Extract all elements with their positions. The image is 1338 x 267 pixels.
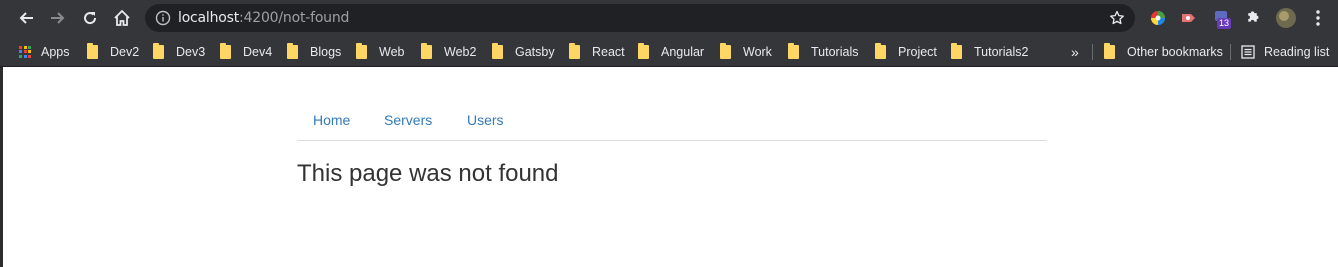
folder-icon [287, 42, 298, 59]
url-path: :4200/not-found [239, 10, 350, 26]
reading-list-icon [1241, 44, 1255, 59]
extension-badge: 13 [1217, 18, 1232, 29]
bookmark-folder[interactable]: Dev4 [220, 36, 272, 67]
reading-list-label: Reading list [1264, 44, 1330, 59]
app-nav-tabs: Home Servers Users [297, 100, 1047, 141]
nav-link-home[interactable]: Home [313, 112, 350, 128]
bookmark-label: Web2 [444, 44, 477, 59]
bookmark-folder[interactable]: Tutorials [788, 36, 858, 67]
bookmarks-overflow-button[interactable]: » [1071, 36, 1079, 67]
folder-icon [87, 42, 98, 59]
bookmarks-bar: Apps Dev2 Dev3 Dev4 Blogs Web Web2 Gatsb… [0, 36, 1338, 67]
forward-button[interactable] [46, 6, 70, 30]
url-host: localhost [178, 10, 240, 26]
back-arrow-icon [19, 12, 33, 24]
site-info-icon[interactable] [155, 10, 171, 26]
bookmark-label: Work [743, 44, 772, 59]
color-picker-extension-icon[interactable] [1148, 8, 1168, 28]
browser-toolbar: localhost:4200/not-found 13 [0, 0, 1338, 36]
profile-avatar[interactable] [1276, 8, 1296, 28]
bookmark-label: Apps [41, 44, 70, 59]
bookmark-folder[interactable]: Work [720, 36, 772, 67]
extension-with-badge[interactable]: 13 [1212, 8, 1232, 29]
folder-icon [720, 42, 731, 59]
bookmark-folder[interactable]: Web2 [421, 36, 476, 67]
back-button[interactable] [14, 6, 38, 30]
folder-icon [421, 42, 432, 59]
bookmark-label: Angular [661, 44, 705, 59]
bookmarks-divider [1230, 44, 1231, 60]
bookmark-other[interactable]: Other bookmarks [1104, 36, 1223, 67]
bookmark-folder[interactable]: Dev2 [87, 36, 139, 67]
home-icon [114, 9, 130, 26]
bookmark-folder[interactable]: Gatsby [492, 36, 555, 67]
not-found-heading: This page was not found [297, 160, 559, 187]
bookmark-star-icon[interactable] [1109, 10, 1125, 26]
folder-icon [875, 42, 886, 59]
folder-icon [153, 42, 164, 59]
bookmark-label: Dev3 [176, 44, 206, 59]
folder-icon [356, 42, 367, 59]
folder-icon [788, 42, 799, 59]
apps-grid-icon [19, 45, 31, 58]
bookmark-label: Dev4 [243, 44, 273, 59]
folder-icon [1104, 42, 1115, 59]
bookmark-folder[interactable]: Tutorials2 [951, 36, 1028, 67]
folder-icon [569, 42, 580, 59]
chevron-double-right-icon: » [1071, 43, 1079, 60]
bookmark-label: Web [379, 44, 405, 59]
reload-icon [84, 12, 97, 25]
bookmark-label: Project [898, 44, 937, 59]
nav-link-servers[interactable]: Servers [384, 112, 432, 128]
extensions-puzzle-icon[interactable] [1244, 8, 1264, 28]
bookmark-folder[interactable]: Project [875, 36, 937, 67]
bookmark-folder[interactable]: Dev3 [153, 36, 205, 67]
address-bar[interactable]: localhost:4200/not-found [145, 4, 1135, 32]
bookmark-folder[interactable]: Blogs [287, 36, 341, 67]
folder-icon [951, 42, 962, 59]
folder-icon [638, 42, 649, 59]
reading-list-button[interactable]: Reading list [1241, 36, 1329, 67]
bookmark-label: Blogs [310, 44, 342, 59]
bookmark-folder[interactable]: Angular [638, 36, 704, 67]
bookmark-label: Gatsby [515, 44, 555, 59]
forward-arrow-icon [51, 12, 65, 24]
folder-icon [220, 42, 231, 59]
bookmark-folder[interactable]: React [569, 36, 625, 67]
bookmark-label: Other bookmarks [1127, 44, 1223, 59]
window-edge [0, 67, 3, 267]
url-text: localhost:4200/not-found [178, 10, 349, 26]
bookmark-label: Tutorials2 [974, 44, 1029, 59]
screen-recorder-extension-icon[interactable] [1180, 8, 1200, 28]
bookmark-label: React [592, 44, 625, 59]
menu-kebab-icon[interactable] [1308, 8, 1328, 28]
bookmark-label: Dev2 [110, 44, 140, 59]
bookmark-folder[interactable]: Web [356, 36, 404, 67]
bookmark-apps[interactable]: Apps [19, 36, 70, 67]
bookmarks-divider [1092, 44, 1093, 60]
bookmark-label: Tutorials [811, 44, 859, 59]
folder-icon [492, 42, 503, 59]
home-button[interactable] [110, 6, 134, 30]
nav-link-users[interactable]: Users [467, 112, 504, 128]
reload-button[interactable] [78, 6, 102, 30]
